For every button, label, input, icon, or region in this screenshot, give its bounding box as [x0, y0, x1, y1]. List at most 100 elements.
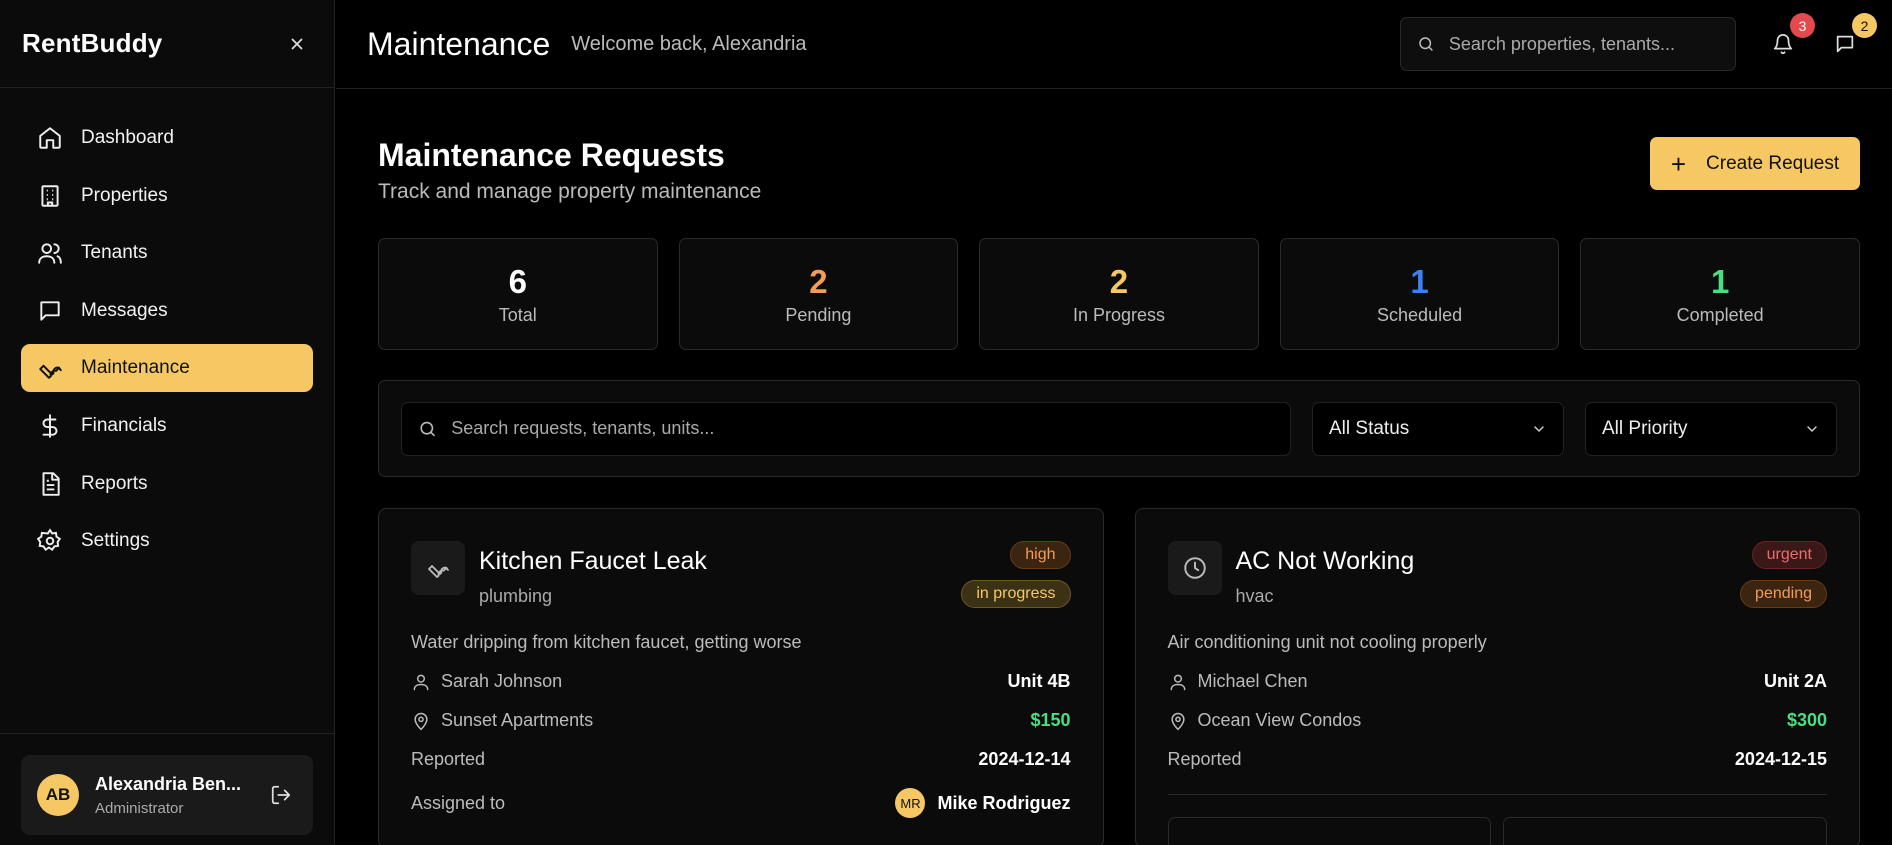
stats-row: 6 Total 2 Pending 2 In Progress 1 Schedu… — [378, 238, 1860, 350]
sidebar-item-settings[interactable]: Settings — [21, 517, 313, 565]
sidebar-item-label: Properties — [81, 184, 168, 206]
sidebar-item-label: Settings — [81, 530, 150, 552]
stat-value: 2 — [809, 262, 828, 300]
stat-label: Total — [498, 304, 537, 325]
reported-label: Reported — [411, 749, 486, 769]
sidebar-item-label: Reports — [81, 472, 148, 494]
user-icon — [413, 674, 429, 690]
property-name: Ocean View Condos — [1197, 710, 1362, 730]
sidebar-item-reports[interactable]: Reports — [21, 460, 313, 508]
user-role: Administrator — [95, 799, 184, 817]
user-card: AB Alexandria Ben... Administrator — [21, 755, 313, 835]
user-info: Alexandria Ben... Administrator — [95, 774, 265, 817]
create-request-button[interactable]: + Create Request — [1650, 137, 1860, 190]
request-title: AC Not Working — [1235, 547, 1415, 575]
stat-label: In Progress — [1072, 304, 1165, 325]
chevron-down-icon — [1807, 425, 1817, 432]
unit-label: Unit 4B — [1007, 671, 1071, 691]
assignee-avatar: MR — [895, 788, 926, 818]
clock-icon — [1167, 541, 1222, 595]
reported-label: Reported — [1167, 749, 1242, 769]
card-divider — [1167, 794, 1827, 795]
user-icon — [1170, 674, 1185, 690]
wrench-icon — [37, 355, 63, 381]
sidebar-item-financials[interactable]: Financials — [21, 402, 313, 450]
sidebar-item-label: Tenants — [81, 242, 148, 264]
sidebar-item-dashboard[interactable]: Dashboard — [21, 114, 313, 162]
create-request-label: Create Request — [1706, 152, 1840, 174]
messages-button[interactable]: 2 — [1830, 13, 1877, 59]
assigned-label: Assigned to — [411, 792, 506, 813]
close-icon — [291, 38, 303, 49]
stat-value: 1 — [1410, 262, 1429, 300]
request-title: Kitchen Faucet Leak — [479, 547, 707, 575]
message-icon — [37, 298, 63, 324]
messages-badge: 2 — [1852, 13, 1877, 38]
cost-value: $300 — [1786, 710, 1827, 730]
request-description: Air conditioning unit not cooling proper… — [1167, 632, 1487, 652]
request-description: Water dripping from kitchen faucet, gett… — [411, 632, 802, 652]
request-category: plumbing — [479, 586, 553, 606]
tenant-name: Sarah Johnson — [441, 671, 563, 691]
logout-button[interactable] — [265, 779, 297, 811]
card-action-button[interactable] — [1167, 817, 1492, 845]
request-cards: Kitchen Faucet Leak plumbing high in pro… — [378, 508, 1860, 845]
sidebar-nav: Dashboard Properties Tenants Messages Ma… — [0, 88, 334, 565]
property-name: Sunset Apartments — [441, 710, 594, 730]
sidebar-item-label: Financials — [81, 414, 167, 436]
global-search-input[interactable] — [1448, 33, 1719, 55]
stat-value: 6 — [508, 262, 527, 300]
stat-pending: 2 Pending — [678, 238, 959, 350]
sidebar-item-properties[interactable]: Properties — [21, 172, 313, 220]
cost-value: $150 — [1030, 710, 1071, 730]
main-content: Maintenance Requests Track and manage pr… — [378, 89, 1860, 845]
stat-label: Scheduled — [1377, 304, 1463, 325]
sidebar: RentBuddy Dashboard Properties Tenants M… — [0, 0, 335, 845]
page-title: Maintenance — [367, 25, 551, 62]
unit-label: Unit 2A — [1764, 671, 1827, 691]
plus-icon: + — [1670, 148, 1687, 179]
sidebar-item-label: Maintenance — [81, 357, 190, 379]
title-row: Maintenance Requests Track and manage pr… — [378, 89, 1860, 204]
brand-row: RentBuddy — [0, 0, 334, 88]
stat-label: Completed — [1676, 304, 1764, 325]
status-badge: pending — [1740, 580, 1827, 608]
priority-badge: high — [1010, 541, 1071, 569]
sidebar-item-tenants[interactable]: Tenants — [21, 229, 313, 277]
stat-completed: 1 Completed — [1580, 238, 1860, 350]
sidebar-item-label: Dashboard — [81, 127, 174, 148]
reported-date: 2024-12-15 — [1734, 749, 1827, 769]
wrench-icon — [411, 541, 465, 595]
stat-value: 1 — [1710, 262, 1730, 300]
chat-icon — [1836, 35, 1854, 53]
status-filter-select[interactable]: All Status — [1312, 401, 1564, 456]
sidebar-item-messages[interactable]: Messages — [21, 287, 313, 335]
logout-icon — [271, 785, 291, 805]
section-subtitle: Track and manage property maintenance — [378, 180, 762, 203]
stat-value: 2 — [1109, 262, 1129, 300]
close-sidebar-button[interactable] — [282, 29, 312, 59]
search-icon — [420, 421, 435, 436]
map-pin-icon — [1170, 712, 1185, 730]
brand-logo: RentBuddy — [22, 28, 163, 58]
request-category: hvac — [1235, 586, 1274, 606]
global-search — [1400, 17, 1736, 71]
sidebar-item-label: Messages — [81, 299, 168, 321]
priority-filter-value: All Priority — [1602, 417, 1688, 439]
notifications-button[interactable]: 3 — [1768, 13, 1815, 59]
request-card[interactable]: AC Not Working hvac urgent pending Air c… — [1134, 508, 1860, 845]
stat-total: 6 Total — [378, 238, 658, 350]
priority-filter-select[interactable]: All Priority — [1585, 401, 1837, 456]
card-action-button[interactable] — [1503, 817, 1827, 845]
bell-icon — [1773, 34, 1793, 55]
request-search-input[interactable] — [451, 418, 1274, 439]
request-card[interactable]: Kitchen Faucet Leak plumbing high in pro… — [378, 508, 1104, 845]
map-pin-icon — [414, 712, 428, 730]
home-icon — [37, 125, 63, 151]
sidebar-item-maintenance[interactable]: Maintenance — [21, 344, 313, 393]
sidebar-footer: AB Alexandria Ben... Administrator — [0, 733, 334, 845]
stat-in-progress: 2 In Progress — [979, 238, 1259, 350]
search-icon — [1419, 37, 1433, 51]
priority-badge: urgent — [1751, 541, 1827, 569]
chevron-down-icon — [1534, 425, 1544, 432]
